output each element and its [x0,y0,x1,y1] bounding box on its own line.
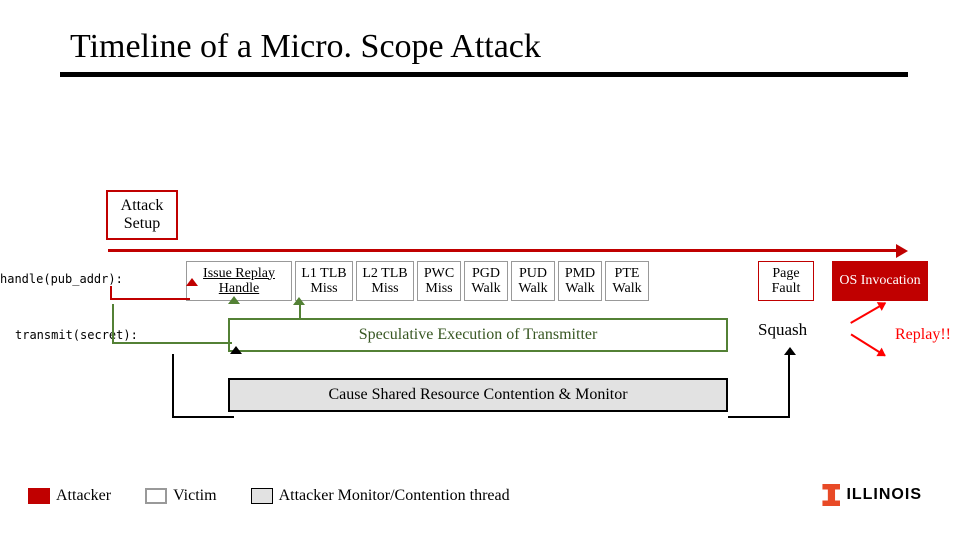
illinois-wordmark: ILLINOIS [846,486,922,504]
legend: Attacker Victim Attacker Monitor/Content… [28,487,510,505]
stage-pte-walk: PTE Walk [605,261,649,301]
contention-box: Cause Shared Resource Contention & Monit… [228,378,728,412]
stage-pwc-miss: PWC Miss [417,261,461,301]
legend-label-attacker: Attacker [56,487,111,505]
stage-issue-replay-handle: Issue Replay Handle [186,261,292,301]
connector-spec-arrowhead [293,297,305,305]
stage-pmd-walk: PMD Walk [558,261,602,301]
connector-contend-arrowhead [784,347,796,355]
stage-pud-walk: PUD Walk [511,261,555,301]
os-invocation-box: OS Invocation [832,261,928,301]
legend-swatch-attacker [28,488,50,504]
legend-label-victim: Victim [173,487,216,505]
stage-pgd-walk: PGD Walk [464,261,508,301]
legend-swatch-victim [145,488,167,504]
squash-label: Squash [758,320,807,340]
legend-label-monitor: Attacker Monitor/Contention thread [279,487,510,505]
attack-setup-box: Attack Setup [106,190,178,240]
connector-handle [110,286,190,300]
stage-l2-tlb-miss: L2 TLB Miss [356,261,414,301]
replay-arrow-up [850,302,886,324]
connector-spec [112,304,232,344]
title-rule [60,72,908,77]
legend-swatch-monitor [251,488,273,504]
illinois-logo: ILLINOIS [822,484,922,506]
replay-arrow-down [851,334,886,357]
page-title: Timeline of a Micro. Scope Attack [0,0,960,72]
timeline-arrow [108,245,908,257]
page-fault-box: Page Fault [758,261,814,301]
stage-l1-tlb-miss: L1 TLB Miss [295,261,353,301]
illinois-block-i-icon [822,484,840,506]
pipeline-row: Issue Replay Handle L1 TLB Miss L2 TLB M… [186,261,649,301]
connector-contend [172,354,234,418]
replay-label: Replay!! [895,326,951,344]
connector-contend-right [728,354,790,418]
speculative-execution-box: Speculative Execution of Transmitter [228,318,728,352]
label-handle: handle(pub_addr): [0,272,123,286]
